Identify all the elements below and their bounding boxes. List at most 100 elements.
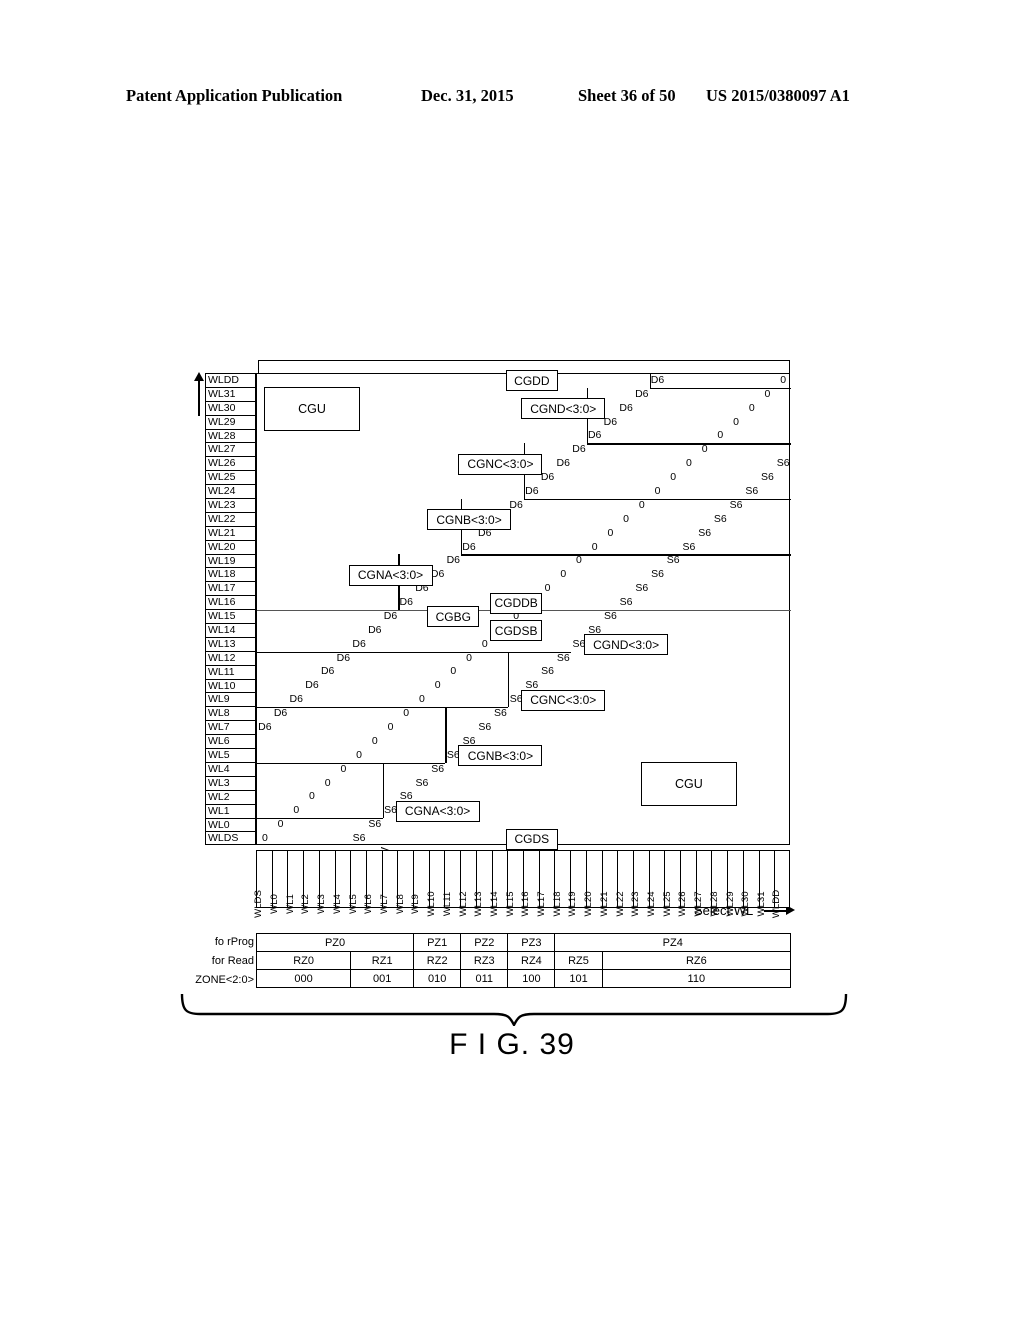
- figure-caption: F I G. 39: [449, 1028, 575, 1061]
- matrix-cell: 0: [701, 443, 708, 456]
- zone-boundary-line: [257, 707, 509, 709]
- zone-table-row-code: 000 001 010 011 100 101 110: [255, 969, 792, 988]
- matrix-cell: 0: [733, 415, 739, 428]
- signal-box-cgnc30: CGNC<3:0>: [458, 453, 543, 475]
- zone-boundary-line: [586, 443, 791, 445]
- matrix-cell: S6: [494, 707, 507, 720]
- zone-cell-rz0: RZ0: [255, 951, 352, 970]
- matrix-cell: S6: [478, 721, 492, 733]
- matrix-cell: 0: [685, 457, 692, 470]
- row-label-wl27: WL27: [205, 442, 256, 457]
- matrix-cell: 0: [607, 526, 614, 539]
- zone-cell-pz1: PZ1: [413, 933, 462, 952]
- matrix-cell: S6: [651, 568, 664, 581]
- row-label-wl19: WL19: [205, 553, 256, 568]
- row-label-wl31: WL31: [205, 386, 256, 401]
- signal-box-cgnc30: CGNC<3:0>: [521, 689, 606, 711]
- matrix-cell: S6: [635, 582, 649, 595]
- row-label-wl16: WL16: [205, 595, 256, 610]
- matrix-cell: 0: [309, 790, 315, 803]
- zone-cell-rz1: RZ1: [350, 951, 415, 970]
- row-label-wl17: WL17: [205, 581, 256, 596]
- signal-box-cgna30: CGNA<3:0>: [395, 800, 480, 822]
- matrix-cell: S6: [682, 540, 696, 553]
- zone-table-row-prog: PZ0 PZ1 PZ2 PZ3 PZ4: [255, 933, 792, 952]
- row-label-wl24: WL24: [205, 484, 256, 499]
- matrix-cell: D6: [525, 485, 539, 497]
- zone-boundary-line: [524, 498, 791, 501]
- signal-box-cgds: CGDS: [505, 828, 558, 850]
- zone-cell-pz0: PZ0: [255, 933, 415, 952]
- matrix-cell: D6: [258, 721, 272, 733]
- signal-box-cgnd30: CGND<3:0>: [521, 398, 606, 420]
- matrix-cell: 0: [670, 471, 677, 484]
- matrix-cell: 0: [591, 540, 598, 553]
- row-label-wl14: WL14: [205, 623, 256, 637]
- matrix-cell: S6: [745, 485, 759, 497]
- zone-cell-rz6: RZ6: [601, 951, 792, 970]
- matrix-cell: D6: [587, 429, 602, 442]
- zone-cell-rz5: RZ5: [554, 951, 603, 970]
- matrix-cell: S6: [556, 651, 570, 664]
- col-label-wldd: WLDD: [771, 850, 790, 918]
- matrix-cell: S6: [776, 457, 790, 470]
- zone-table-row-read: RZ0 RZ1 RZ2 RZ3 RZ4 RZ5 RZ6: [255, 951, 792, 970]
- signal-box-cgddb: CGDDB: [490, 592, 543, 614]
- row-label-wl23: WL23: [205, 498, 256, 512]
- signal-box-cgna30: CGNA<3:0>: [348, 564, 433, 586]
- zone-cell-pz3: PZ3: [507, 933, 556, 952]
- zone-boundary-line: [257, 651, 572, 653]
- matrix-cell: 0: [403, 707, 410, 720]
- zone-table: fo rProg for Read ZONE<2:0> PZ0 PZ1 PZ2 PZ3 PZ…: [195, 933, 792, 988]
- matrix-cell: 0: [418, 693, 425, 706]
- matrix-cell: 0: [764, 387, 771, 400]
- signal-box-cgbg: CGBG: [427, 606, 480, 628]
- matrix-cell: S6: [415, 776, 429, 789]
- row-label-wldd: WLDD: [205, 373, 256, 387]
- row-label-wl25: WL25: [205, 470, 256, 485]
- zone-cell-rz4: RZ4: [507, 951, 556, 970]
- matrix-cell: D6: [446, 554, 461, 567]
- row-label-wl7: WL7: [205, 720, 256, 735]
- zone-cell-010: 010: [413, 969, 462, 988]
- row-label-wl11: WL11: [205, 664, 256, 679]
- cgu-box-2: CGU: [640, 761, 737, 806]
- signal-box-cgnd30: CGND<3:0>: [584, 634, 669, 656]
- row-label-wl5: WL5: [205, 748, 256, 762]
- matrix-cell: D6: [305, 679, 319, 692]
- figure-brace: [180, 993, 848, 1026]
- matrix-cell: 0: [717, 429, 724, 442]
- matrix-cell: S6: [761, 471, 774, 484]
- matrix-cell: S6: [729, 498, 743, 511]
- zone-boundary-line: [461, 554, 791, 556]
- row-label-wlds: WLDS: [205, 831, 256, 846]
- matrix-cell: 0: [560, 568, 567, 581]
- matrix-cell: D6: [320, 665, 335, 678]
- row-label-wl10: WL10: [205, 678, 256, 693]
- row-label-wl3: WL3: [205, 775, 256, 790]
- wl-bias-matrix: D6 0 D6 0 D6 0 D6 0 D6 0 D6 0 D6 0 S6 D6 0 S6 D6 0 S6 D6 0 S6 D6…: [256, 370, 791, 850]
- matrix-cell: 0: [450, 665, 457, 678]
- row-label-wl8: WL8: [205, 706, 256, 721]
- zone-cell-001: 001: [350, 969, 415, 988]
- matrix-cell: 0: [466, 651, 472, 664]
- signal-box-cgdd: CGDD: [505, 370, 558, 392]
- row-label-wl6: WL6: [205, 734, 256, 749]
- matrix-cell: D6: [368, 623, 382, 636]
- zone-cell-000: 000: [255, 969, 352, 988]
- matrix-cell: 0: [638, 498, 645, 511]
- matrix-cell: D6: [462, 540, 476, 553]
- matrix-cell: D6: [383, 609, 398, 622]
- matrix-cell: D6: [619, 401, 633, 414]
- matrix-cell: 0: [576, 554, 582, 567]
- row-label-wl21: WL21: [205, 525, 256, 540]
- matrix-cell: 0: [387, 721, 394, 733]
- zone-cell-pz2: PZ2: [460, 933, 509, 952]
- row-label-wl30: WL30: [205, 400, 256, 415]
- zone-cell-011: 011: [460, 969, 509, 988]
- cgu-box-1: CGU: [263, 386, 360, 431]
- row-label-wl13: WL13: [205, 636, 256, 651]
- row-label-wl9: WL9: [205, 692, 256, 707]
- matrix-cell: 0: [293, 804, 300, 817]
- matrix-cell: 0: [654, 485, 661, 497]
